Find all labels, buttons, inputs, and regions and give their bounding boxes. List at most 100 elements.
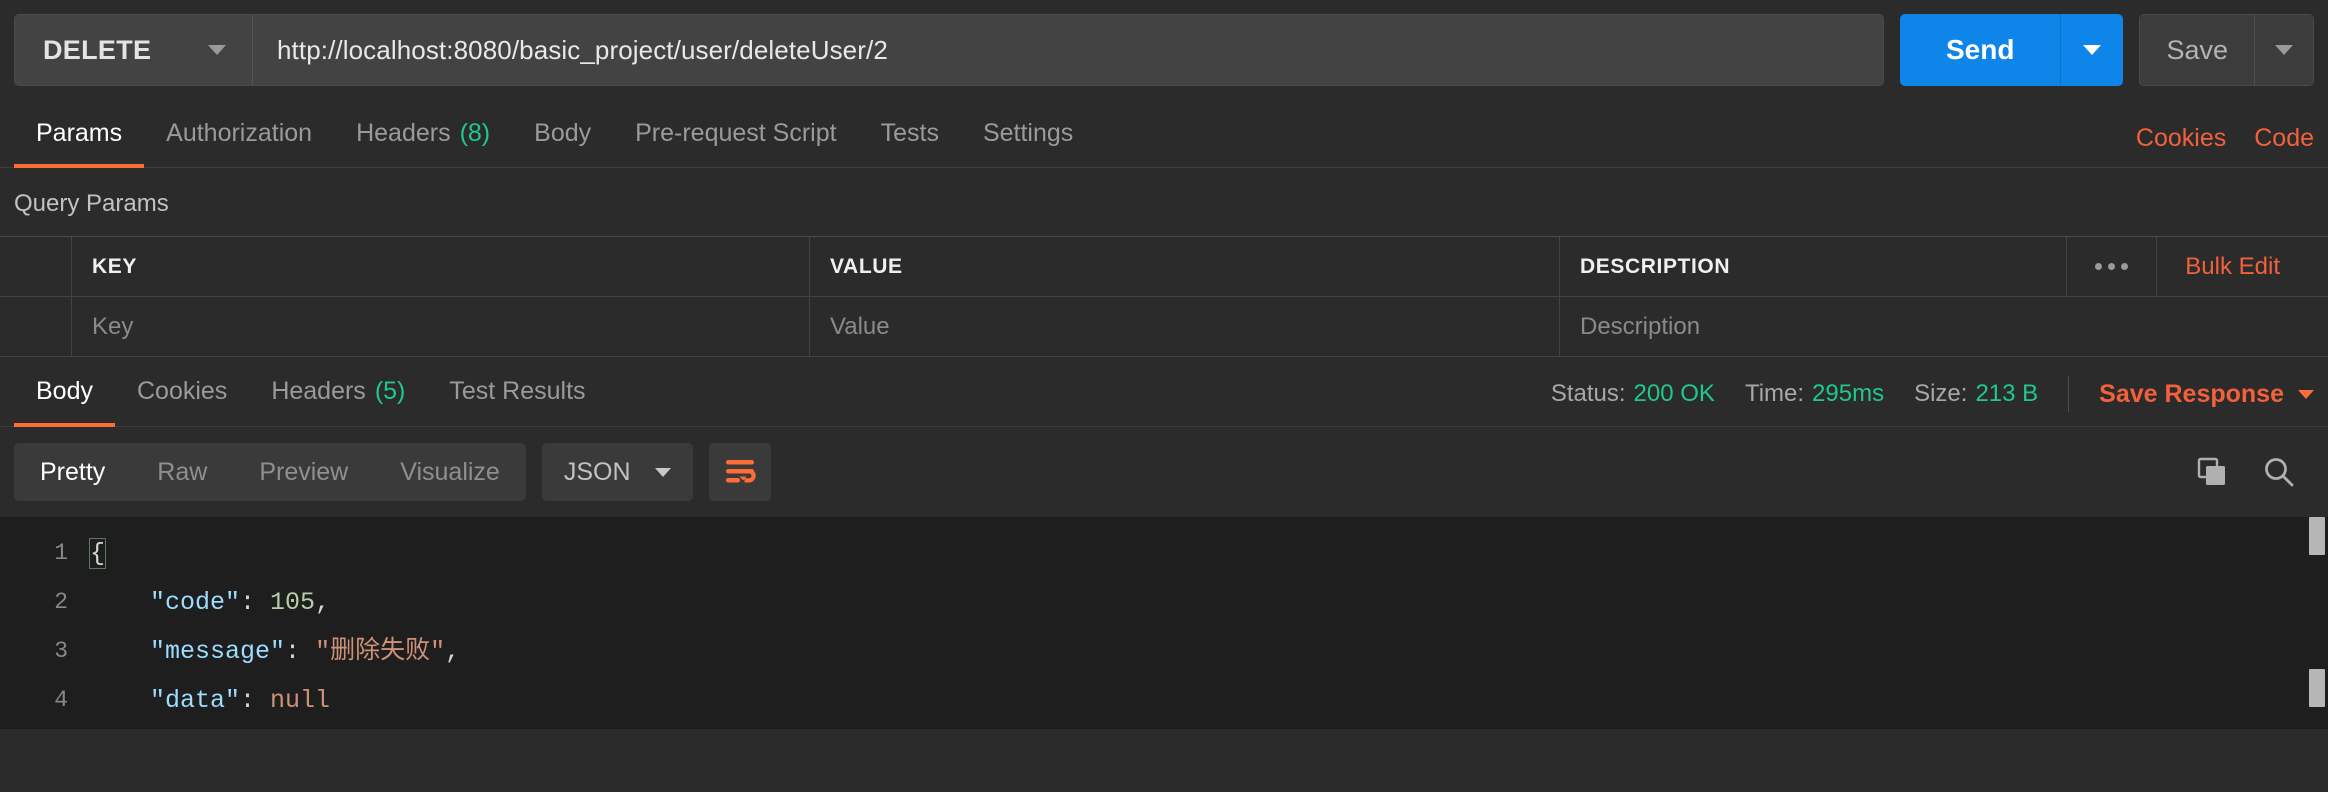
placeholder-label: Key <box>92 313 133 341</box>
save-response-button[interactable]: Save Response <box>2099 380 2314 409</box>
code-token-punc: , <box>445 637 460 666</box>
dot <box>2095 263 2102 270</box>
copy-button[interactable] <box>2196 456 2228 488</box>
line-number: 5 <box>0 725 68 729</box>
chevron-down-icon <box>2275 45 2293 55</box>
search-icon <box>2262 455 2296 489</box>
code-token-punc <box>90 686 150 715</box>
table-row: Key Value Description <box>0 297 2328 357</box>
save-response-label: Save Response <box>2099 380 2284 409</box>
view-visualize-button[interactable]: Visualize <box>374 443 526 501</box>
tab-settings[interactable]: Settings <box>961 100 1095 167</box>
send-button[interactable]: Send <box>1900 14 2061 86</box>
size-label: Size: <box>1914 380 1967 407</box>
code-line: { <box>90 529 2328 578</box>
code-token-punc: , <box>315 588 330 617</box>
tab-test-results[interactable]: Test Results <box>427 357 607 426</box>
tab-label: Params <box>36 119 122 148</box>
column-header-label: DESCRIPTION <box>1580 255 1730 279</box>
save-button-group: Save <box>2139 14 2314 86</box>
save-button[interactable]: Save <box>2140 15 2255 85</box>
tab-tests[interactable]: Tests <box>859 100 961 167</box>
response-format-select[interactable]: JSON <box>542 443 693 501</box>
tab-label: Test Results <box>449 377 585 406</box>
save-options-button[interactable] <box>2255 15 2313 85</box>
search-button[interactable] <box>2262 455 2296 489</box>
param-description-input[interactable]: Description <box>1560 297 2328 356</box>
http-method-label: DELETE <box>43 35 151 66</box>
response-body-editor[interactable]: 12345 { "code": 105, "message": "删除失败", … <box>0 517 2328 729</box>
tab-authorization[interactable]: Authorization <box>144 100 334 167</box>
tab-label: Tests <box>881 119 939 148</box>
tab-label: Headers <box>356 119 451 148</box>
time-value: 295ms <box>1812 380 1884 407</box>
code-line: "code": 105, <box>90 578 2328 627</box>
word-wrap-toggle[interactable] <box>709 443 771 501</box>
code-token-key: "message" <box>150 637 285 666</box>
line-number: 2 <box>0 578 68 627</box>
code-token-punc: : <box>240 588 270 617</box>
request-url-bar: DELETE http://localhost:8080/basic_proje… <box>0 0 2328 100</box>
http-method-select[interactable]: DELETE <box>15 15 253 85</box>
tab-label: Settings <box>983 119 1073 148</box>
row-checkbox-cell[interactable] <box>0 297 72 356</box>
editor-code[interactable]: { "code": 105, "message": "删除失败", "data"… <box>84 517 2328 729</box>
table-header-row: KEY VALUE DESCRIPTION Bulk Edit <box>0 237 2328 297</box>
code-token-punc: : <box>240 686 270 715</box>
code-token-str: "删除失败" <box>315 637 445 666</box>
response-meta: Status:200 OK Time:295ms Size:213 B Save… <box>1551 376 2314 426</box>
code-token-null: null <box>270 686 330 715</box>
dot <box>2108 263 2115 270</box>
cookies-link[interactable]: Cookies <box>2136 124 2226 153</box>
tab-label: Body <box>534 119 591 148</box>
tab-params[interactable]: Params <box>14 100 144 167</box>
code-line: } <box>90 725 2328 729</box>
header-cell-description: DESCRIPTION Bulk Edit <box>1560 237 2328 296</box>
tab-count: (8) <box>460 119 491 148</box>
status-label: Status: <box>1551 380 1626 407</box>
copy-icon <box>2196 456 2228 488</box>
placeholder-label: Value <box>830 313 890 341</box>
url-input[interactable]: http://localhost:8080/basic_project/user… <box>253 15 1883 85</box>
size-value: 213 B <box>1975 380 2038 407</box>
param-key-input[interactable]: Key <box>72 297 810 356</box>
editor-gutter: 12345 <box>0 517 84 729</box>
tab-label: Cookies <box>137 377 227 406</box>
code-link[interactable]: Code <box>2254 124 2314 153</box>
tab-body[interactable]: Body <box>512 100 613 167</box>
size-badge: Size: 213 B <box>1914 380 2038 408</box>
scrollbar-thumb-bottom[interactable] <box>2309 669 2325 707</box>
column-header-label: VALUE <box>830 255 903 279</box>
chevron-down-icon <box>2083 45 2101 55</box>
view-pretty-button[interactable]: Pretty <box>14 443 131 501</box>
tab-response-headers[interactable]: Headers (5) <box>249 357 427 426</box>
line-number: 1 <box>0 529 68 578</box>
request-tabs-bar: Params Authorization Headers (8) Body Pr… <box>0 100 2328 168</box>
header-cell-key: KEY <box>72 237 810 296</box>
response-toolbar-actions <box>2196 455 2314 489</box>
response-view-segmented: Pretty Raw Preview Visualize <box>14 443 526 501</box>
code-token-punc <box>90 637 150 666</box>
view-raw-button[interactable]: Raw <box>131 443 233 501</box>
more-options-icon[interactable] <box>2066 237 2156 296</box>
scrollbar-thumb-top[interactable] <box>2309 517 2325 555</box>
tab-headers[interactable]: Headers (8) <box>334 100 512 167</box>
tab-pre-request-script[interactable]: Pre-request Script <box>613 100 858 167</box>
bulk-edit-button[interactable]: Bulk Edit <box>2156 237 2308 296</box>
tab-label: Authorization <box>166 119 312 148</box>
param-value-input[interactable]: Value <box>810 297 1560 356</box>
query-params-heading: Query Params <box>0 168 2328 236</box>
tab-response-cookies[interactable]: Cookies <box>115 357 249 426</box>
view-preview-button[interactable]: Preview <box>233 443 374 501</box>
table-actions: Bulk Edit <box>2066 237 2308 296</box>
line-number: 3 <box>0 627 68 676</box>
send-options-button[interactable] <box>2061 14 2123 86</box>
chevron-down-icon <box>655 468 671 477</box>
response-view-controls: Pretty Raw Preview Visualize JSON <box>14 443 771 501</box>
editor-scrollbar[interactable] <box>2306 517 2328 729</box>
request-tabs: Params Authorization Headers (8) Body Pr… <box>14 100 1095 167</box>
tab-label: Body <box>36 377 93 406</box>
response-view-toolbar: Pretty Raw Preview Visualize JSON <box>0 427 2328 517</box>
response-tabs-bar: Body Cookies Headers (5) Test Results St… <box>0 357 2328 427</box>
tab-response-body[interactable]: Body <box>14 357 115 426</box>
